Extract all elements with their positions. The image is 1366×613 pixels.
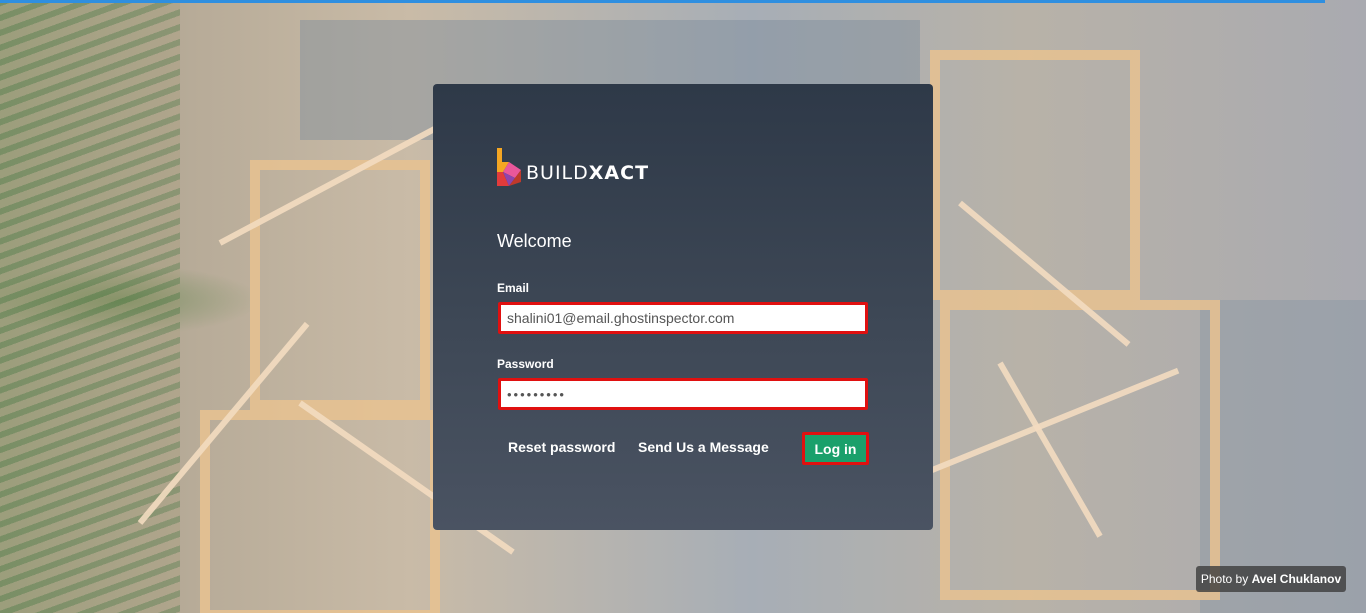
top-progress-bar bbox=[0, 0, 1325, 3]
reset-password-link[interactable]: Reset password bbox=[508, 439, 615, 455]
brand-name: BUILDXACT bbox=[526, 162, 650, 184]
buildxact-logo: BUILDXACT bbox=[497, 148, 649, 188]
email-label: Email bbox=[497, 281, 530, 295]
page-title: Welcome bbox=[497, 231, 572, 251]
login-card: BUILDXACT Welcome Email Password Reset p… bbox=[433, 84, 933, 530]
email-field[interactable] bbox=[498, 302, 868, 334]
password-label: Password bbox=[497, 357, 554, 371]
photo-credit-author[interactable]: Avel Chuklanov bbox=[1252, 572, 1342, 586]
buildxact-logo-icon bbox=[497, 148, 521, 186]
password-field[interactable] bbox=[498, 378, 868, 410]
photo-credit: Photo by Avel Chuklanov bbox=[1196, 566, 1346, 592]
login-button[interactable]: Log in bbox=[802, 432, 869, 465]
send-message-link[interactable]: Send Us a Message bbox=[638, 439, 769, 455]
